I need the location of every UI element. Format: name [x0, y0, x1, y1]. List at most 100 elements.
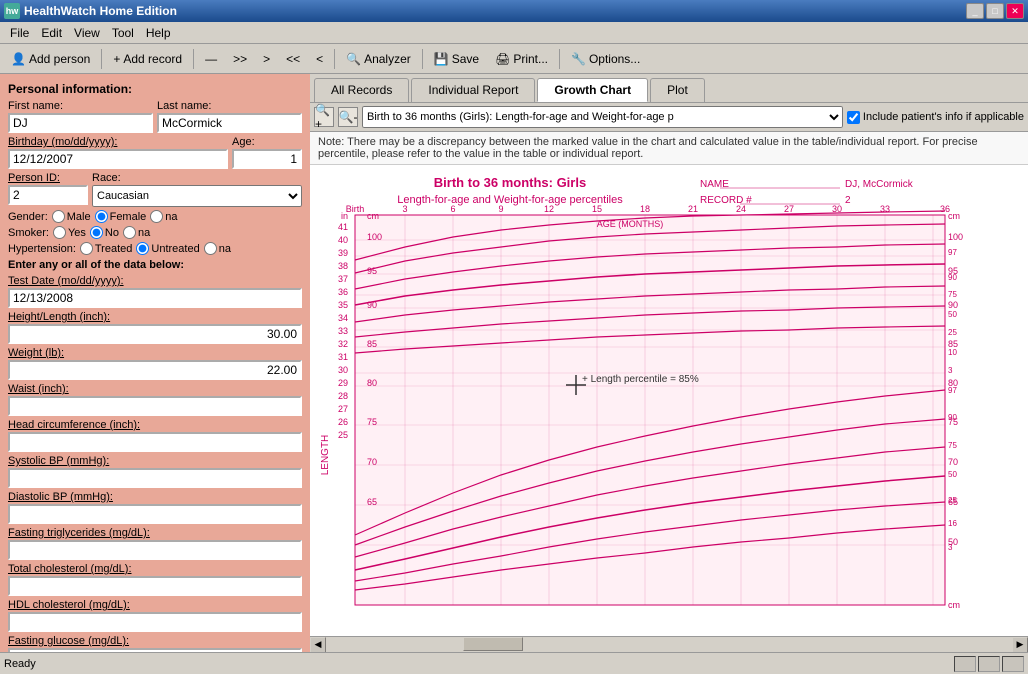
svg-text:2: 2: [845, 195, 851, 206]
hypertension-na-radio[interactable]: [204, 242, 217, 255]
svg-text:3: 3: [948, 366, 953, 375]
height-row: Height/Length (inch):: [8, 311, 302, 344]
test-date-input[interactable]: [8, 288, 302, 308]
tab-all-records[interactable]: All Records: [314, 78, 409, 102]
fasting-glucose-label: Fasting glucose (mg/dL):: [8, 635, 302, 647]
status-box-2: [978, 656, 1000, 672]
smoker-row: Smoker: Yes No na: [8, 226, 302, 239]
race-col: Race: Caucasian African American Hispani…: [92, 172, 302, 207]
nav-remove-button[interactable]: —: [198, 49, 224, 69]
smoker-no-label[interactable]: No: [90, 226, 119, 239]
hypertension-untreated-label[interactable]: Untreated: [136, 242, 199, 255]
fasting-glucose-input[interactable]: [8, 648, 302, 652]
scroll-left-button[interactable]: ◀: [310, 637, 326, 653]
left-panel: Personal information: First name: Last n…: [0, 74, 310, 652]
gender-male-label[interactable]: Male: [52, 210, 91, 223]
status-text: Ready: [4, 658, 954, 670]
person-id-label: Person ID:: [8, 172, 88, 184]
toolbar-separator-3: [334, 49, 335, 69]
menu-tool[interactable]: Tool: [106, 24, 140, 42]
svg-text:37: 37: [338, 274, 348, 284]
smoker-yes-label[interactable]: Yes: [53, 226, 86, 239]
head-circ-input[interactable]: [8, 432, 302, 452]
fasting-trig-input[interactable]: [8, 540, 302, 560]
nav-back-button[interactable]: <: [309, 49, 330, 69]
gender-female-label[interactable]: Female: [95, 210, 147, 223]
svg-text:39: 39: [338, 248, 348, 258]
smoker-no-radio[interactable]: [90, 226, 103, 239]
chart-type-select[interactable]: Birth to 36 months (Girls): Length-for-a…: [362, 106, 843, 128]
menu-file[interactable]: File: [4, 24, 35, 42]
include-patient-info-checkbox[interactable]: [847, 111, 860, 124]
race-select[interactable]: Caucasian African American Hispanic Asia…: [92, 185, 302, 207]
person-id-col: Person ID:: [8, 172, 88, 207]
add-record-button[interactable]: + Add record: [106, 49, 189, 69]
analyzer-button[interactable]: 🔍 Analyzer: [339, 49, 418, 69]
first-name-input[interactable]: [8, 113, 153, 133]
svg-text:3: 3: [948, 543, 953, 552]
scroll-thumb[interactable]: [463, 637, 523, 651]
horizontal-scrollbar[interactable]: ◀ ▶: [310, 636, 1028, 652]
smoker-na-label[interactable]: na: [123, 226, 150, 239]
svg-text:65: 65: [367, 497, 377, 507]
fasting-trig-row: Fasting triglycerides (mg/dL):: [8, 527, 302, 560]
diastolic-input[interactable]: [8, 504, 302, 524]
birthday-input[interactable]: [8, 149, 228, 169]
nav-forward-fast-button[interactable]: >>: [226, 49, 254, 69]
fasting-glucose-row: Fasting glucose (mg/dL):: [8, 635, 302, 652]
smoker-na-radio[interactable]: [123, 226, 136, 239]
tab-individual-report[interactable]: Individual Report: [411, 78, 535, 102]
nav-back-fast-button[interactable]: <<: [279, 49, 307, 69]
gender-female-radio[interactable]: [95, 210, 108, 223]
hdl-input[interactable]: [8, 612, 302, 632]
systolic-input[interactable]: [8, 468, 302, 488]
gender-na-label[interactable]: na: [150, 210, 177, 223]
gender-na-radio[interactable]: [150, 210, 163, 223]
head-circ-label: Head circumference (inch):: [8, 419, 302, 431]
gender-male-radio[interactable]: [52, 210, 65, 223]
plus-icon: +: [113, 52, 120, 66]
hypertension-untreated-radio[interactable]: [136, 242, 149, 255]
hypertension-treated-label[interactable]: Treated: [80, 242, 133, 255]
total-chol-input[interactable]: [8, 576, 302, 596]
scroll-right-button[interactable]: ▶: [1012, 637, 1028, 653]
menu-view[interactable]: View: [68, 24, 106, 42]
chart-area[interactable]: Birth to 36 months: Girls Length-for-age…: [310, 165, 1028, 636]
status-box-3: [1002, 656, 1024, 672]
hypertension-label: Hypertension:: [8, 243, 76, 255]
hypertension-na-label[interactable]: na: [204, 242, 231, 255]
add-person-button[interactable]: 👤 Add person: [4, 49, 97, 69]
svg-text:6: 6: [450, 204, 455, 214]
minimize-button[interactable]: _: [966, 3, 984, 19]
birthday-label: Birthday (mo/dd/yyyy):: [8, 136, 228, 148]
options-button[interactable]: 🔧 Options...: [564, 49, 647, 69]
age-input[interactable]: [232, 149, 302, 169]
save-toolbar-button[interactable]: 💾 Save: [427, 49, 486, 69]
scroll-track[interactable]: [326, 637, 1012, 652]
main-layout: Personal information: First name: Last n…: [0, 74, 1028, 652]
last-name-input[interactable]: [157, 113, 302, 133]
tab-plot[interactable]: Plot: [650, 78, 705, 102]
nav-forward-button[interactable]: >: [256, 49, 277, 69]
maximize-button[interactable]: □: [986, 3, 1004, 19]
zoom-out-button[interactable]: 🔍-: [338, 107, 358, 127]
menu-edit[interactable]: Edit: [35, 24, 68, 42]
window-controls: _ □ ✕: [966, 3, 1024, 19]
smoker-yes-radio[interactable]: [53, 226, 66, 239]
include-patient-info-label[interactable]: Include patient's info if applicable: [847, 111, 1024, 124]
print-button[interactable]: 🖨 Print...: [488, 49, 555, 69]
svg-text:Birth to 36 months: Girls: Birth to 36 months: Girls: [434, 175, 586, 190]
height-input[interactable]: [8, 324, 302, 344]
app-title: HealthWatch Home Edition: [24, 4, 962, 18]
weight-input[interactable]: [8, 360, 302, 380]
zoom-in-button[interactable]: 🔍+: [314, 107, 334, 127]
waist-input[interactable]: [8, 396, 302, 416]
hypertension-treated-radio[interactable]: [80, 242, 93, 255]
close-button[interactable]: ✕: [1006, 3, 1024, 19]
status-bar: Ready: [0, 652, 1028, 674]
tab-growth-chart[interactable]: Growth Chart: [537, 78, 648, 102]
app-icon: hw: [4, 3, 20, 19]
person-id-input[interactable]: [8, 185, 88, 205]
menu-bar: File Edit View Tool Help: [0, 22, 1028, 44]
menu-help[interactable]: Help: [140, 24, 177, 42]
